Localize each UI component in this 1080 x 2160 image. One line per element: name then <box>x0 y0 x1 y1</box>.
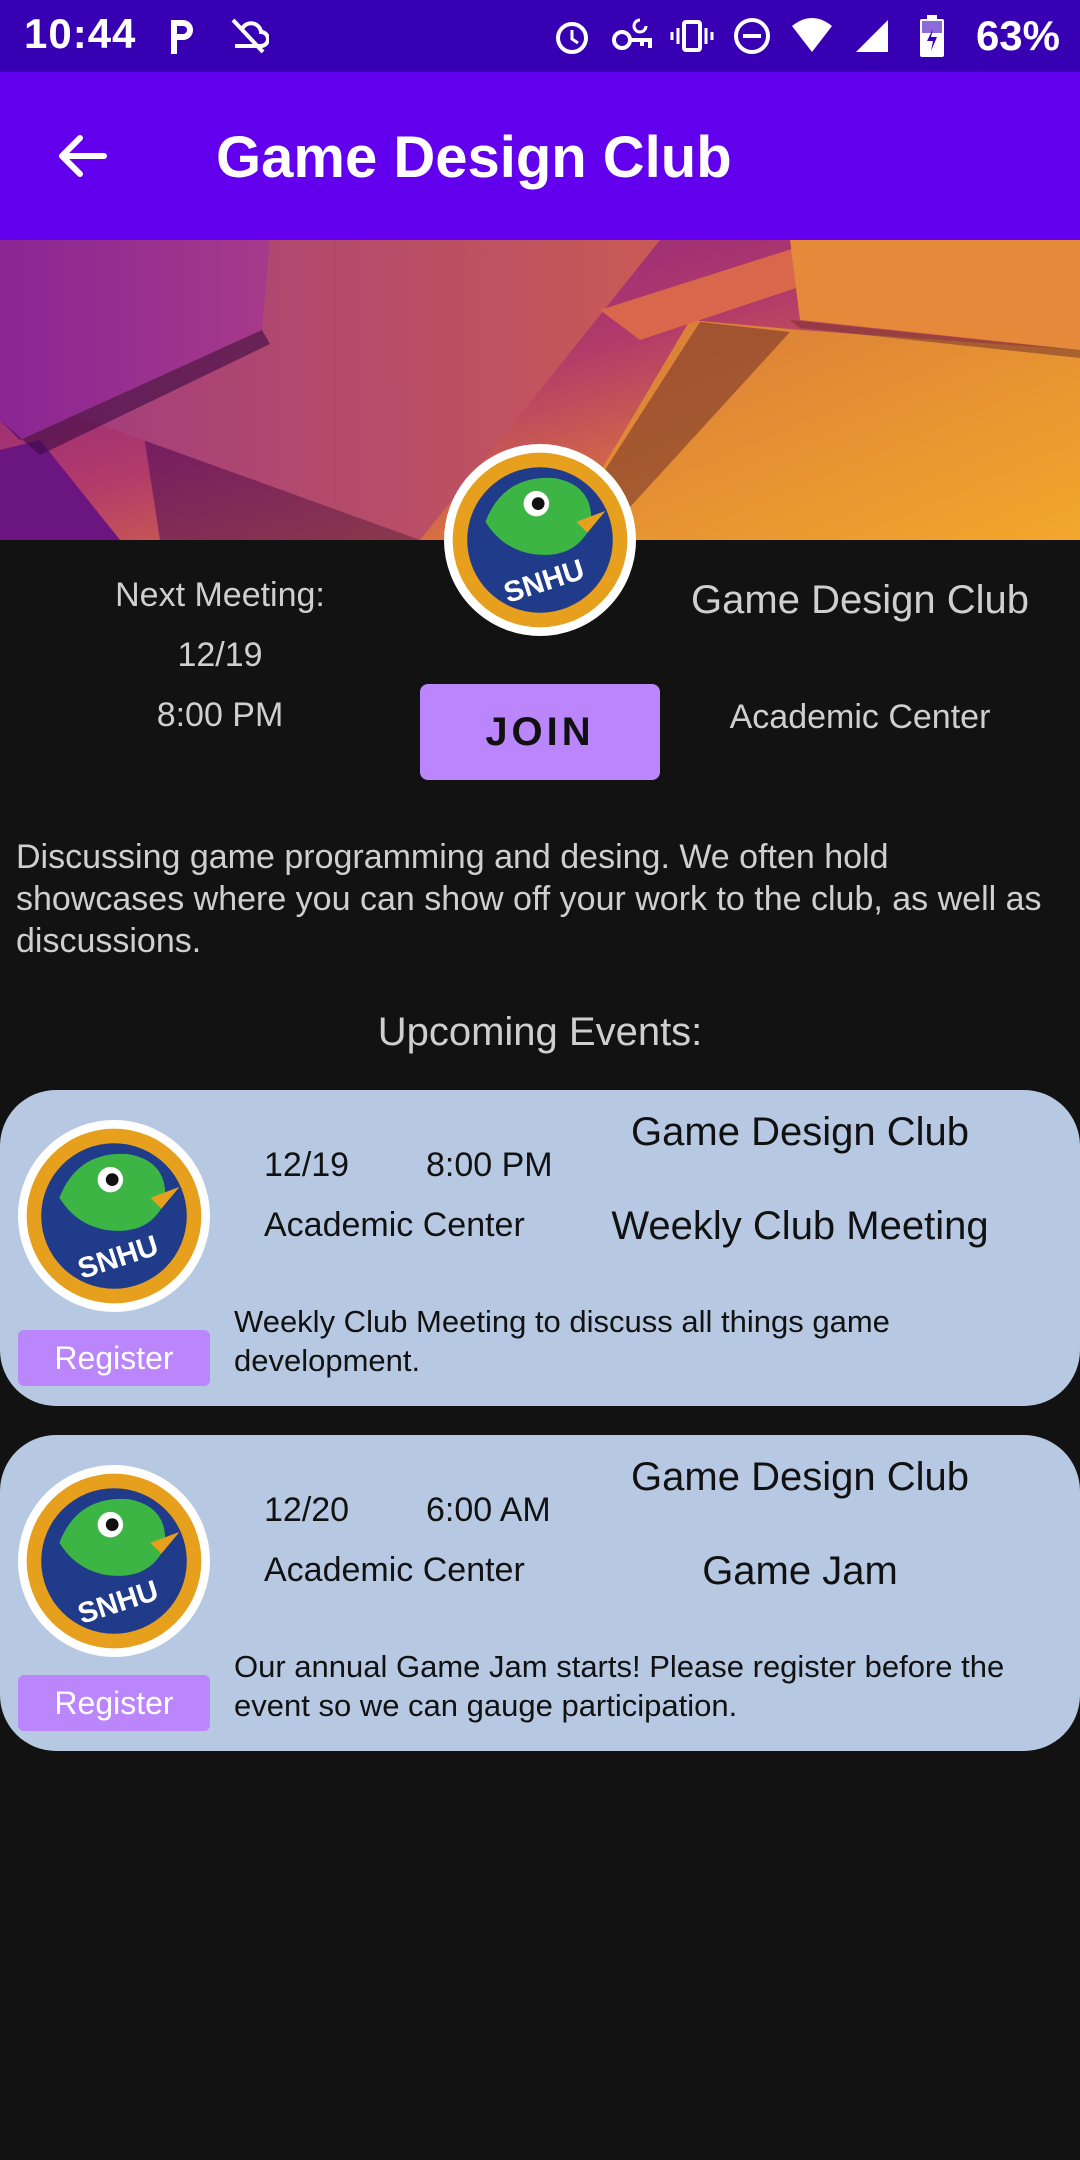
event-club-name: Game Design Club <box>631 1110 969 1154</box>
event-club-logo: SNHU <box>18 1465 210 1657</box>
event-time: 6:00 AM <box>426 1491 551 1529</box>
club-location: Academic Center <box>729 698 991 736</box>
battery-charging-icon <box>910 14 954 58</box>
page-title: Game Design Club <box>216 125 732 190</box>
status-bar: 10:44 63% <box>0 0 1080 72</box>
event-club-name: Game Design Club <box>631 1455 969 1499</box>
status-time: 10:44 <box>24 10 137 57</box>
event-title: Game Jam <box>702 1549 898 1593</box>
sync-off-icon <box>226 14 270 58</box>
battery-percent: 63% <box>975 12 1060 59</box>
vpn-key-icon <box>610 14 654 58</box>
next-meeting-date: 12/19 <box>177 636 263 674</box>
app-bar: Game Design Club <box>0 72 1080 240</box>
club-name: Game Design Club <box>691 578 1029 622</box>
event-card: SNHU Register 12/19 8:00 PM Academic Cen… <box>0 1090 1080 1406</box>
club-description: Discussing game programming and desing. … <box>16 838 1042 960</box>
register-button[interactable]: Register <box>18 1330 210 1386</box>
next-meeting-time: 8:00 PM <box>156 696 284 734</box>
parking-icon <box>160 14 204 58</box>
club-logo: SNHU <box>444 444 636 636</box>
event-title: Weekly Club Meeting <box>611 1204 989 1248</box>
event-date: 12/19 <box>264 1146 350 1184</box>
signal-icon <box>850 14 894 58</box>
arrow-back-icon <box>59 135 107 177</box>
register-button[interactable]: Register <box>18 1675 210 1731</box>
event-time: 8:00 PM <box>426 1146 553 1184</box>
event-location: Academic Center <box>264 1551 525 1589</box>
event-club-logo: SNHU <box>18 1120 210 1312</box>
event-description: Weekly Club Meeting to discuss all thing… <box>234 1304 890 1378</box>
event-card: SNHU Register 12/20 6:00 AM Academic Cen… <box>0 1435 1080 1751</box>
upcoming-events-heading: Upcoming Events: <box>377 1010 703 1054</box>
dnd-icon <box>730 14 774 58</box>
event-description: Our annual Game Jam starts! Please regis… <box>234 1649 1005 1723</box>
alarm-icon <box>550 14 594 58</box>
wifi-icon <box>790 14 834 58</box>
event-location: Academic Center <box>264 1206 525 1244</box>
next-meeting-label: Next Meeting: <box>115 576 325 614</box>
event-date: 12/20 <box>264 1491 350 1529</box>
join-button[interactable]: JOIN <box>420 684 660 780</box>
vibrate-icon <box>670 14 714 58</box>
back-button[interactable] <box>44 118 120 194</box>
